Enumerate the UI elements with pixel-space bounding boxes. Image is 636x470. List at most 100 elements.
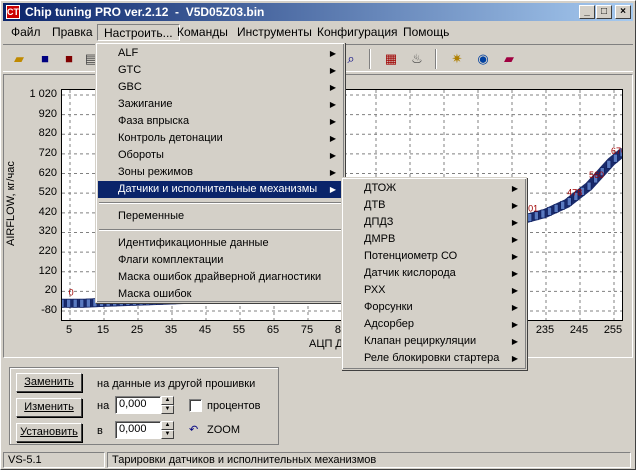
undo-zoom-icon[interactable]: ↶ [189,423,198,436]
percent-value-input[interactable]: 0,000 [115,396,161,414]
menu-item-knock-control[interactable]: Контроль детонации ▶ [98,130,342,147]
submenu-item-idle-valve[interactable]: РХХ ▶ [344,282,524,299]
data-point[interactable] [66,298,71,308]
data-point[interactable] [547,207,552,216]
book-icon[interactable]: ▰ [499,49,519,69]
menu-bar: Файл Правка Настроить... Команды Инструм… [3,23,633,42]
submenu-arrow-icon: ▶ [511,218,518,227]
minimize-button[interactable]: _ [579,5,595,19]
burn-icon[interactable]: ♨ [407,49,427,69]
x-tick-label: 255 [603,324,623,336]
menu-help[interactable]: Помощь [397,24,455,41]
data-label: 560 [589,170,604,180]
set-button[interactable]: Установить [16,423,82,442]
submenu-arrow-icon: ▶ [329,100,336,109]
submenu-item-dmrv[interactable]: ДМРВ ▶ [344,231,524,248]
menu-item-identification[interactable]: Идентификационные данные [98,235,342,252]
toolbar-separator [435,49,437,69]
configure-dropdown: ALF ▶ GTC ▶ GBC ▶ Зажигание ▶ Фаза впрыска ▶ … [95,42,345,303]
data-point[interactable] [566,197,572,206]
main-window: CT Chip tuning PRO ver.2.12 - V5D05Z03.b… [0,0,636,470]
menu-item-config-flags[interactable]: Флаги комплектации [98,252,342,269]
data-point[interactable] [540,209,546,219]
status-message: Тарировки датчиков и исполнительных меха… [107,452,631,468]
value1-spinner[interactable]: ▲ ▼ [161,396,174,414]
submenu-item-starter-relay[interactable]: Реле блокировки стартера ▶ [344,350,524,367]
submenu-arrow-icon: ▶ [511,337,518,346]
menu-separator [99,229,341,231]
menu-item-injection-phase[interactable]: Фаза впрыска ▶ [98,113,342,130]
value2-spinner[interactable]: ▲ ▼ [161,421,174,439]
y-tick-label: 1 020 [29,88,57,100]
menu-item-mode-zones[interactable]: Зоны режимов ▶ [98,164,342,181]
submenu-item-egr-valve[interactable]: Клапан рециркуляции ▶ [344,333,524,350]
open-folder-icon[interactable]: ▰ [9,49,29,69]
menu-tools[interactable]: Инструменты [231,24,318,41]
x-tick-label: 75 [300,324,314,336]
menu-configuration[interactable]: Конфигурация [311,24,404,41]
globe-icon[interactable]: ◉ [473,49,493,69]
submenu-arrow-icon: ▶ [329,151,336,160]
menu-file[interactable]: Файл [5,24,47,41]
submenu-arrow-icon: ▶ [511,320,518,329]
data-point[interactable] [586,181,592,191]
data-point[interactable] [606,160,612,169]
menu-item-error-mask[interactable]: Маска ошибок [98,286,342,303]
save-as-icon[interactable]: ■ [59,49,79,69]
y-tick-label: 520 [38,186,57,199]
title-bar[interactable]: CT Chip tuning PRO ver.2.12 - V5D05Z03.b… [3,3,633,21]
data-point[interactable] [79,298,85,308]
data-point[interactable] [59,298,65,308]
multiply-value-input[interactable]: 0,000 [115,421,161,439]
save-icon[interactable]: ■ [35,49,55,69]
x-tick-label: 55 [232,324,246,336]
chip-icon[interactable]: ▦ [381,49,401,69]
menu-item-sensors[interactable]: Датчики и исполнительные механизмы ▶ [98,181,342,198]
x-tick-label: 65 [266,324,280,336]
submenu-arrow-icon: ▶ [329,83,336,92]
menu-item-variables[interactable]: Переменные [98,208,342,225]
submenu-item-dtv[interactable]: ДТВ ▶ [344,197,524,214]
status-version: VS-5.1 [3,452,105,468]
data-point[interactable] [72,298,78,308]
submenu-arrow-icon: ▶ [511,235,518,244]
menu-item-gbc[interactable]: GBC ▶ [98,79,342,96]
y-tick-label: 820 [38,127,57,140]
submenu-item-co-pot[interactable]: Потенциометр СО ▶ [344,248,524,265]
menu-item-driver-error-mask[interactable]: Маска ошибок драйверной диагностики [98,269,342,286]
submenu-arrow-icon: ▶ [511,201,518,210]
sensors-submenu: ДТОЖ ▶ ДТВ ▶ ДПДЗ ▶ ДМРВ ▶ Потенциометр СО ▶ … [341,177,527,370]
data-point[interactable] [86,298,91,308]
data-label: 478 [567,187,582,197]
flash-icon[interactable]: ✷ [447,49,467,69]
submenu-item-injectors[interactable]: Форсунки ▶ [344,299,524,316]
menu-configure[interactable]: Настроить... [97,24,180,41]
maximize-button[interactable]: □ [596,5,612,19]
menu-item-alf[interactable]: ALF ▶ [98,45,342,62]
submenu-arrow-icon: ▶ [511,252,518,261]
data-point[interactable] [553,204,559,213]
menu-edit[interactable]: Правка [46,24,99,41]
zoom-label[interactable]: ZOOM [207,424,240,436]
from-other-firmware-label: на данные из другой прошивки [97,378,256,390]
bottom-panel: Заменить Изменить Установить на данные и… [3,361,633,449]
close-button[interactable]: × [615,5,631,19]
data-point[interactable] [560,201,566,210]
submenu-item-adsorber[interactable]: Адсорбер ▶ [344,316,524,333]
submenu-item-dtozh[interactable]: ДТОЖ ▶ [344,180,524,197]
menu-commands[interactable]: Команды [171,24,234,41]
menu-item-ignition[interactable]: Зажигание ▶ [98,96,342,113]
menu-item-gtc[interactable]: GTC ▶ [98,62,342,79]
replace-button[interactable]: Заменить [16,373,82,392]
submenu-item-o2-sensor[interactable]: Датчик кислорода ▶ [344,265,524,282]
percent-checkbox[interactable] [189,399,202,412]
change-button[interactable]: Изменить [16,398,82,417]
menu-item-rpm[interactable]: Обороты ▶ [98,147,342,164]
x-tick-label: 35 [164,324,178,336]
x-axis-label: АЦП Д [309,338,343,350]
submenu-arrow-icon: ▶ [511,303,518,312]
submenu-item-dpdz[interactable]: ДПДЗ ▶ [344,214,524,231]
data-point[interactable] [527,213,533,222]
app-icon[interactable]: CT [6,5,20,19]
submenu-arrow-icon: ▶ [329,49,336,58]
